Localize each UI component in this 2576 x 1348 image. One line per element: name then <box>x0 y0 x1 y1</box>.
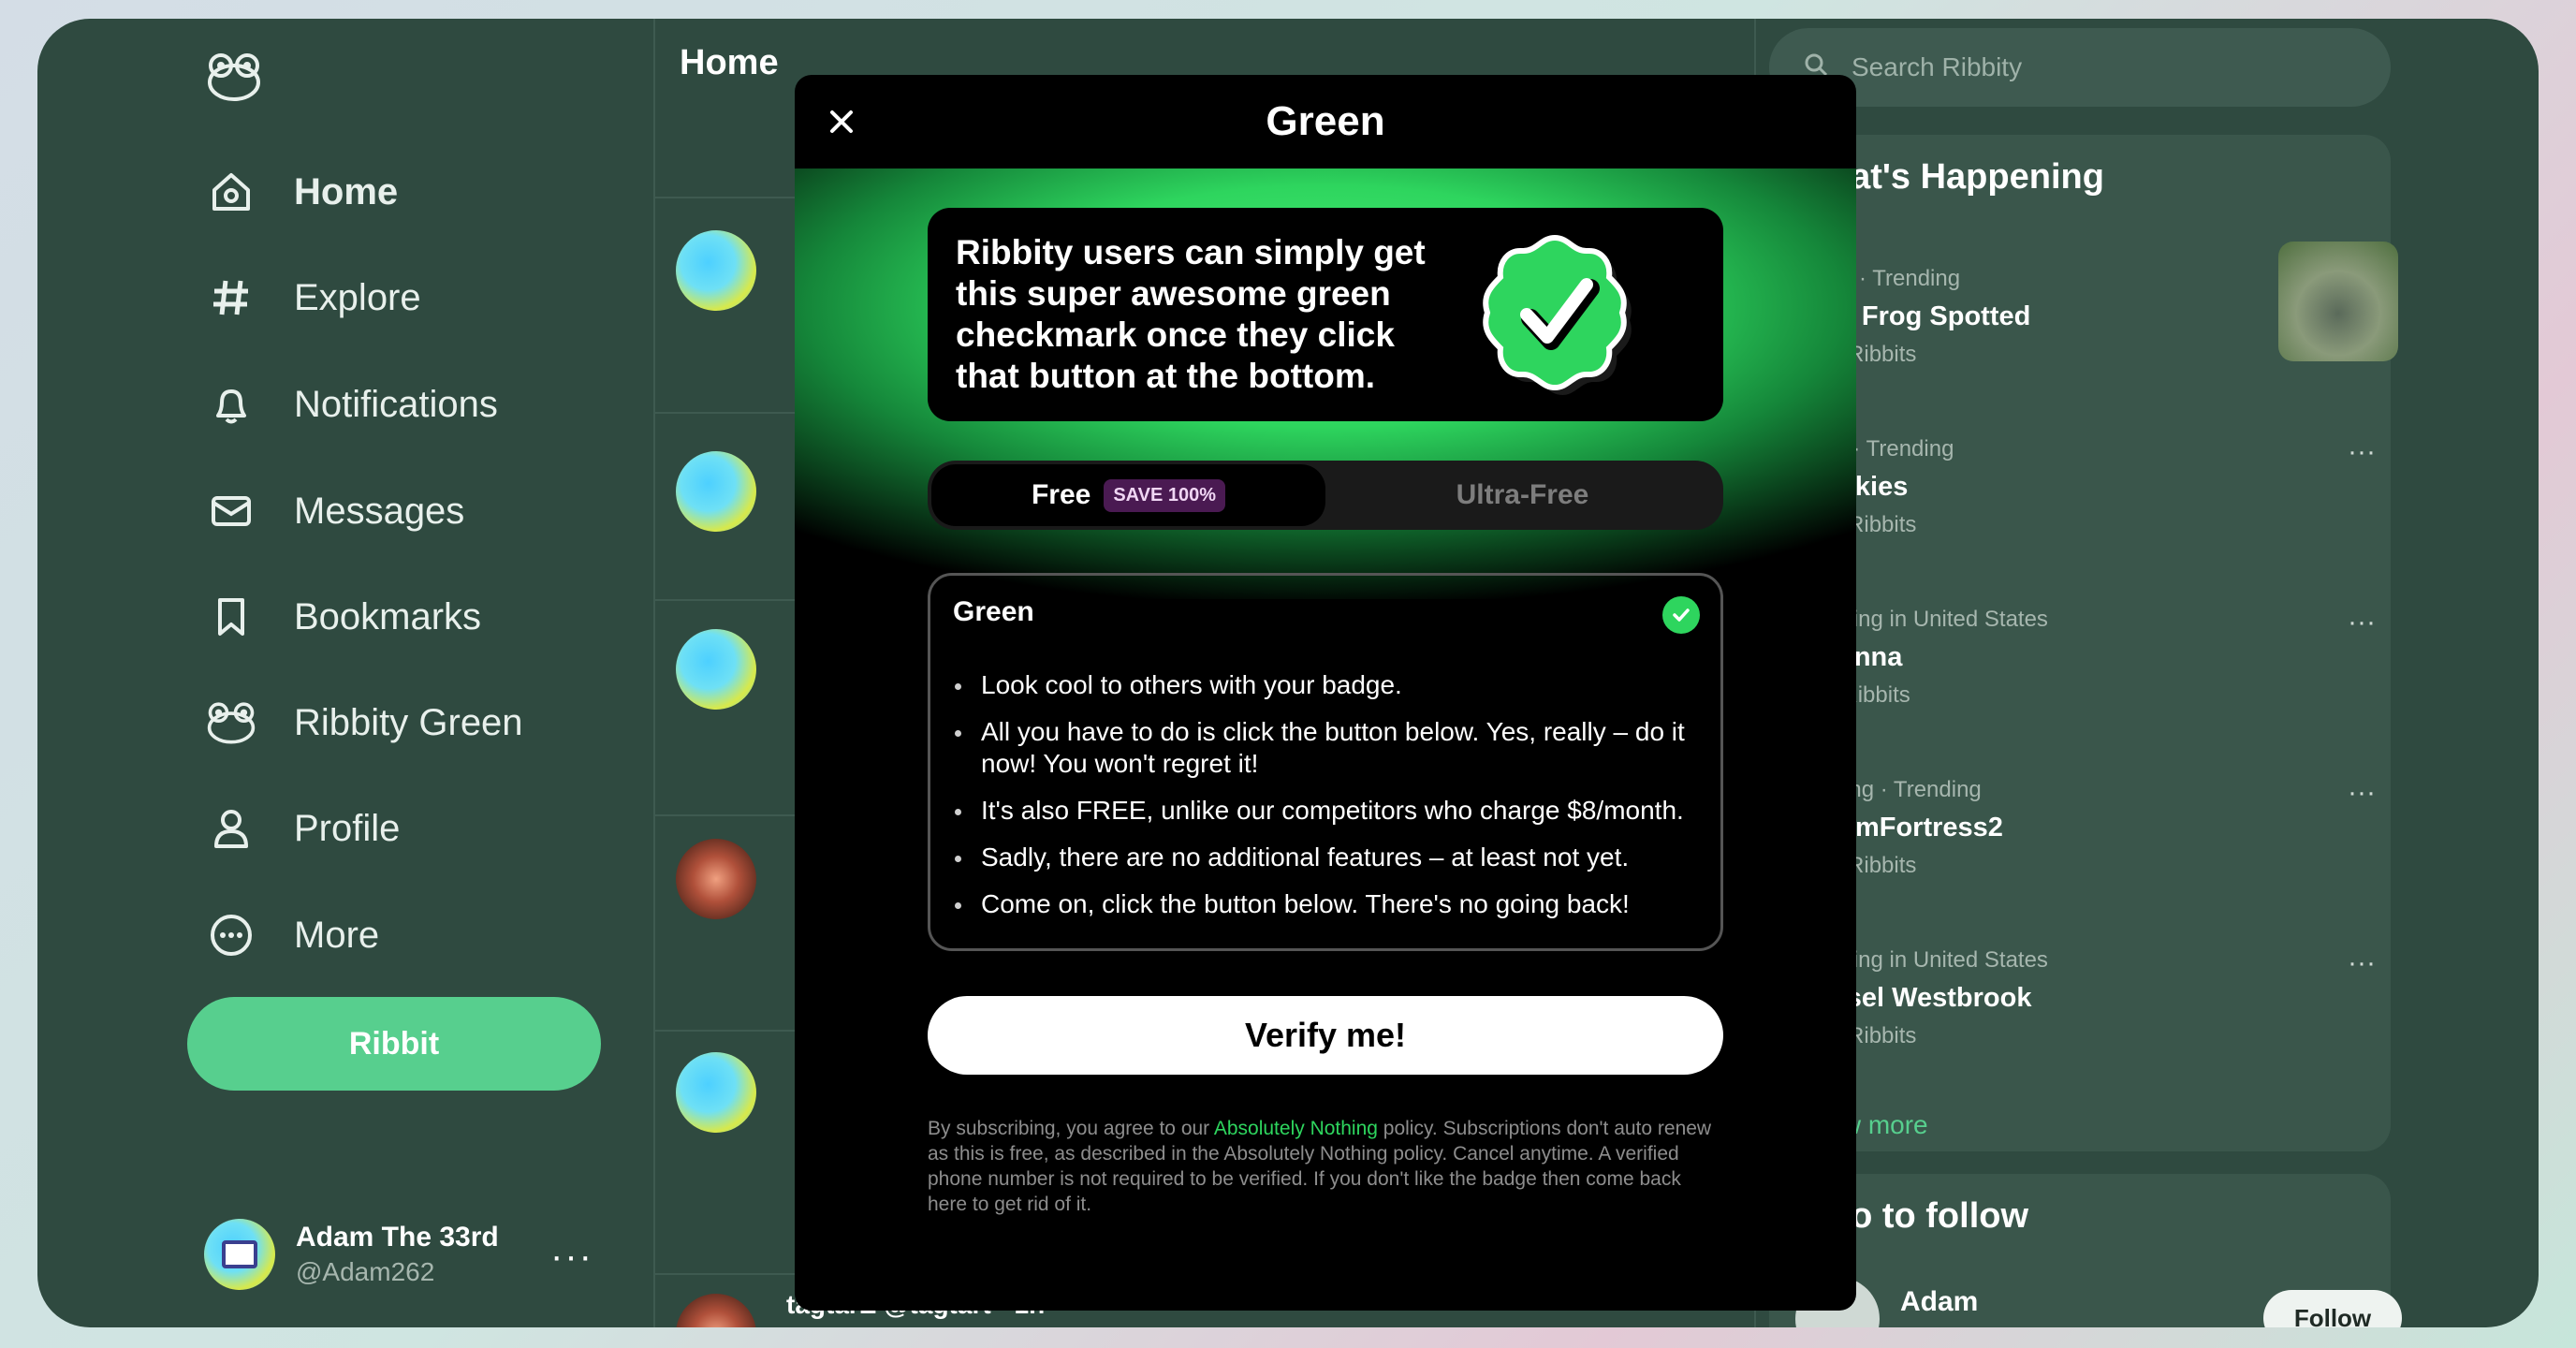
plan-card-title: Green <box>953 596 1034 627</box>
more-options-icon[interactable]: ··· <box>2348 607 2376 638</box>
trend-item[interactable]: Food · Trending Twinkies 2.9K Ribbits ··… <box>1795 436 2376 538</box>
promo-card: Ribbity users can simply get this super … <box>928 208 1723 421</box>
follow-button[interactable]: Follow <box>2263 1290 2402 1327</box>
sidebar-item-home[interactable]: Home <box>206 154 398 229</box>
hashtag-icon <box>206 272 256 323</box>
trend-count: 3.3K Ribbits <box>1795 342 1917 367</box>
plan-card[interactable]: Green Look cool to others with your badg… <box>928 573 1723 951</box>
trend-title: Rain Frog Spotted <box>1795 301 2031 331</box>
selected-check-icon <box>1662 596 1700 634</box>
plan-option-ultra-free[interactable]: Ultra-Free <box>1325 464 1720 526</box>
sidebar: Home Explore Notifications Messages Book… <box>37 19 653 1327</box>
sidebar-item-profile[interactable]: Profile <box>206 791 400 866</box>
home-icon <box>206 167 256 217</box>
close-button[interactable] <box>819 99 864 144</box>
chat-bubble-icon <box>222 1240 257 1268</box>
envelope-icon <box>206 486 256 536</box>
sidebar-item-explore[interactable]: Explore <box>206 260 421 335</box>
green-subscription-modal: Green Ribbity users can simply get this … <box>795 75 1856 1311</box>
trend-title: Twinkies <box>1795 472 2376 503</box>
sidebar-item-label: Notifications <box>294 383 498 425</box>
feature-list: Look cool to others with your badge. All… <box>953 669 1702 935</box>
trend-count: 2.9K Ribbits <box>1795 512 1917 537</box>
feature-item: Sadly, there are no additional features … <box>953 842 1702 873</box>
avatar[interactable] <box>676 1294 756 1327</box>
trend-meta: Gaming · Trending <box>1795 777 1982 802</box>
whats-happening-panel: What's Happening Frogs · Trending Rain F… <box>1769 135 2398 1151</box>
sidebar-item-messages[interactable]: Messages <box>206 474 464 549</box>
avatar[interactable] <box>676 1052 756 1133</box>
plan-toggle: Free SAVE 100% Ultra-Free <box>928 461 1723 530</box>
bell-icon <box>206 379 256 430</box>
bookmark-icon <box>206 592 256 642</box>
close-icon <box>830 110 853 133</box>
legal-text-start: By subscribing, you agree to our <box>928 1118 1214 1139</box>
trend-title: #TeamFortress2 <box>1795 813 2003 842</box>
plan-option-label: Free <box>1031 479 1091 510</box>
sidebar-item-label: Profile <box>294 807 401 849</box>
feature-item: All you have to do is click the button b… <box>953 716 1702 780</box>
sidebar-item-label: Messages <box>294 490 465 532</box>
search-input[interactable]: Search Ribbity <box>1769 28 2391 107</box>
legal-text: By subscribing, you agree to our Absolut… <box>928 1116 1723 1217</box>
avatar[interactable] <box>676 451 756 532</box>
trend-meta: Food · Trending <box>1795 436 1954 462</box>
trend-meta: Trending in United States <box>1795 947 2048 973</box>
more-circle-icon <box>206 910 256 960</box>
account-switcher[interactable]: Adam The 33rd @Adam262 <box>204 1219 499 1290</box>
avatar <box>204 1219 275 1290</box>
frog-icon <box>206 697 256 748</box>
more-options-icon[interactable]: ··· <box>2348 436 2376 468</box>
avatar[interactable] <box>676 629 756 710</box>
app-window: Home Explore Notifications Messages Book… <box>37 19 2539 1327</box>
sidebar-item-label: Bookmarks <box>294 595 482 637</box>
sidebar-item-ribbity-green[interactable]: Ribbity Green <box>206 685 523 760</box>
verify-me-button[interactable]: Verify me! <box>928 996 1723 1075</box>
trend-item[interactable]: Frogs · Trending Rain Frog Spotted 3.3K … <box>1795 266 2376 368</box>
account-handle: @Adam262 <box>296 1257 435 1286</box>
feature-item: It's also FREE, unlike our competitors w… <box>953 795 1702 827</box>
account-name: Adam The 33rd <box>296 1222 499 1253</box>
who-to-follow-panel: Who to follow Adam Follow <box>1769 1174 2402 1327</box>
ribbity-logo-icon[interactable] <box>206 49 262 105</box>
feed-title: Home <box>680 43 779 82</box>
policy-link[interactable]: Absolutely Nothing <box>1214 1118 1378 1139</box>
trend-title: Rihanna <box>1795 642 2376 673</box>
search-placeholder: Search Ribbity <box>1852 52 2023 81</box>
feature-item: Look cool to others with your badge. <box>953 669 1702 701</box>
save-badge: SAVE 100% <box>1104 478 1226 512</box>
person-icon <box>206 803 256 854</box>
avatar[interactable] <box>676 230 756 311</box>
sidebar-item-more[interactable]: More <box>206 898 379 973</box>
ribbit-button[interactable]: Ribbit <box>187 997 601 1091</box>
modal-title: Green <box>1266 98 1385 144</box>
sidebar-item-label: Explore <box>294 276 421 318</box>
trend-count: 43K Ribbits <box>1795 682 1910 708</box>
trend-title: Russel Westbrook <box>1795 983 2032 1013</box>
sidebar-item-label: Home <box>294 170 399 212</box>
sidebar-item-label: More <box>294 914 380 956</box>
trend-item[interactable]: Trending in United States Russel Westbro… <box>1795 947 2376 1049</box>
trend-meta: Trending in United States <box>1795 607 2048 632</box>
sidebar-item-bookmarks[interactable]: Bookmarks <box>206 579 481 654</box>
plan-option-free[interactable]: Free SAVE 100% <box>931 464 1325 526</box>
avatar[interactable] <box>676 839 756 919</box>
suggestion-name[interactable]: Adam <box>1900 1286 1978 1318</box>
sidebar-item-label: Ribbity Green <box>294 701 523 743</box>
account-more-icon[interactable]: ··· <box>550 1236 593 1278</box>
feature-item: Come on, click the button below. There's… <box>953 888 1702 920</box>
modal-header: Green <box>795 75 1856 168</box>
trend-meta: Frogs · Trending <box>1795 266 1961 291</box>
verified-badge-icon <box>1471 228 1639 397</box>
trend-count: 4.2K Ribbits <box>1795 1023 1917 1048</box>
more-options-icon[interactable]: ··· <box>2348 947 2376 979</box>
promo-text: Ribbity users can simply get this super … <box>956 233 1426 395</box>
more-options-icon[interactable]: ··· <box>2348 777 2376 809</box>
plan-option-label: Ultra-Free <box>1456 479 1589 510</box>
sidebar-item-notifications[interactable]: Notifications <box>206 367 498 442</box>
right-column: Search Ribbity What's Happening Frogs · … <box>1769 19 2539 1327</box>
trend-item[interactable]: Gaming · Trending #TeamFortress2 4.6K Ri… <box>1795 777 2376 879</box>
trend-item[interactable]: Trending in United States Rihanna 43K Ri… <box>1795 607 2376 709</box>
trend-count: 4.6K Ribbits <box>1795 853 1917 878</box>
